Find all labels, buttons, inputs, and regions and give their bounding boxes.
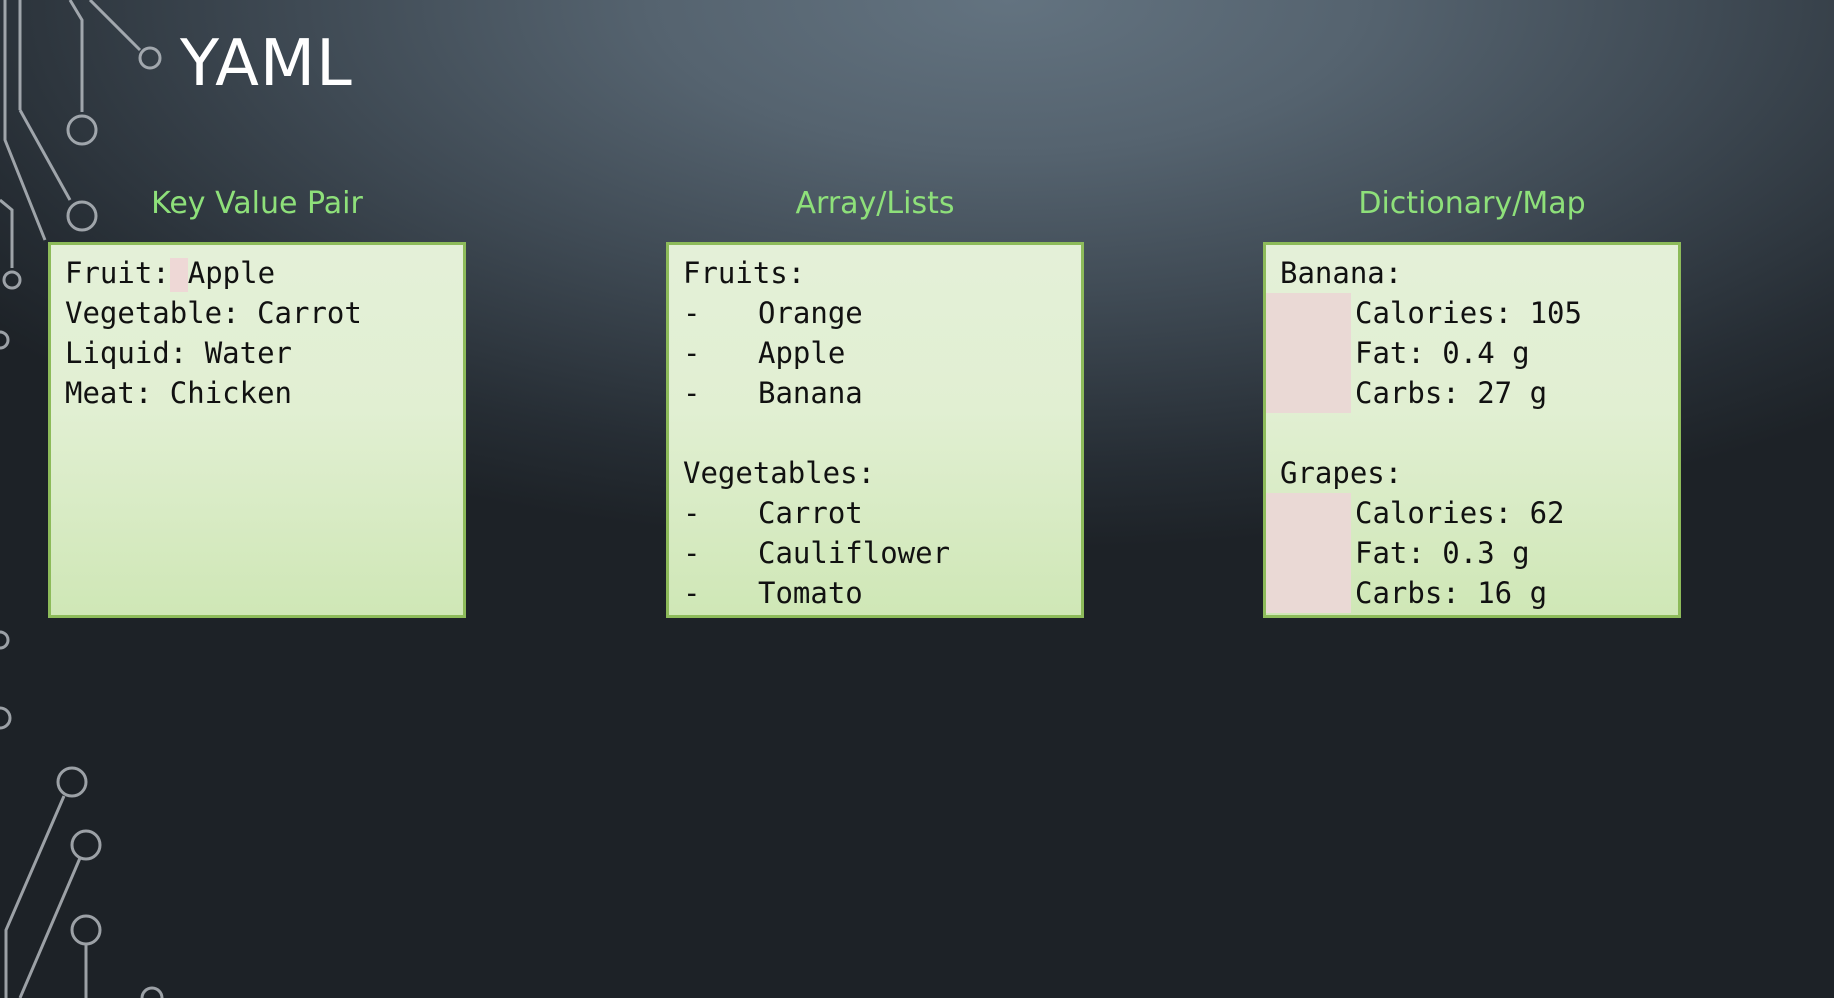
- slide-title: YAML: [180, 27, 353, 101]
- list-item-value: Carrot: [758, 496, 863, 530]
- section-dictionary-map: Dictionary/Map Banana: Calories: 105 Fat…: [1263, 180, 1681, 618]
- section-heading: Dictionary/Map: [1358, 186, 1586, 221]
- yaml-key: Vegetable:: [65, 296, 240, 330]
- code-box-dictionary: Banana: Calories: 105 Fat: 0.4 g Carbs: …: [1263, 242, 1681, 618]
- dict-key: Banana:: [1280, 256, 1403, 290]
- dict-property: Calories: 62: [1280, 493, 1678, 533]
- dict-property-text: Calories: 105: [1355, 296, 1582, 330]
- dict-property-text: Calories: 62: [1355, 496, 1565, 530]
- dict-property-text: Carbs: 27 g: [1355, 376, 1548, 410]
- dict-property: Calories: 105: [1280, 293, 1678, 333]
- section-heading: Key Value Pair: [151, 186, 363, 221]
- list-item: - Tomato: [683, 573, 1081, 613]
- list-item-value: Orange: [758, 296, 863, 330]
- code-line: Vegetable: Carrot: [65, 293, 463, 333]
- list-item: - Orange: [683, 293, 1081, 333]
- list-item: - Banana: [683, 373, 1081, 413]
- dict-property-text: Carbs: 16 g: [1355, 576, 1548, 610]
- list-item-value: Tomato: [758, 576, 863, 610]
- list-item-value: Apple: [758, 336, 846, 370]
- yaml-value: Water: [204, 336, 292, 370]
- code-line: Fruit: Apple: [65, 253, 463, 293]
- dict-property-text: Fat: 0.3 g: [1355, 536, 1530, 570]
- section-key-value-pair: Key Value Pair Fruit: Apple Vegetable: Ca…: [48, 180, 466, 618]
- dict-property: Fat: 0.4 g: [1280, 333, 1678, 373]
- yaml-key: Fruit:: [65, 256, 170, 290]
- list-key: Vegetables:: [683, 456, 876, 490]
- list-item: - Carrot: [683, 493, 1081, 533]
- dict-property-text: Fat: 0.4 g: [1355, 336, 1530, 370]
- list-dash: -: [683, 376, 701, 410]
- section-array-lists: Array/Lists Fruits: - Orange - Apple - Bana…: [666, 180, 1084, 618]
- list-item-value: Cauliflower: [758, 536, 951, 570]
- yaml-value: Apple: [187, 256, 276, 290]
- yaml-key: Liquid:: [65, 336, 188, 370]
- list-dash: -: [683, 576, 701, 610]
- list-dash: -: [683, 536, 701, 570]
- list-item-value: Banana: [758, 376, 863, 410]
- dict-property: Fat: 0.3 g: [1280, 533, 1678, 573]
- list-dash: -: [683, 496, 701, 530]
- list-key: Fruits:: [683, 256, 806, 290]
- list-dash: -: [683, 336, 701, 370]
- code-box-key-value: Fruit: Apple Vegetable: Carrot Liquid: Wa…: [48, 242, 466, 618]
- dict-property: Carbs: 27 g: [1280, 373, 1678, 413]
- list-item: - Apple: [683, 333, 1081, 373]
- code-box-array: Fruits: - Orange - Apple - Banana Vegetable…: [666, 242, 1084, 618]
- dict-property: Carbs: 16 g: [1280, 573, 1678, 613]
- text-cursor-highlight: [169, 258, 188, 292]
- yaml-key: Meat:: [65, 376, 153, 410]
- code-line: Liquid: Water: [65, 333, 463, 373]
- yaml-value: Carrot: [257, 296, 362, 330]
- list-dash: -: [683, 296, 701, 330]
- section-heading: Array/Lists: [795, 186, 955, 221]
- dict-key: Grapes:: [1280, 456, 1403, 490]
- code-line: Meat: Chicken: [65, 373, 463, 413]
- yaml-value: Chicken: [169, 376, 292, 410]
- list-item: - Cauliflower: [683, 533, 1081, 573]
